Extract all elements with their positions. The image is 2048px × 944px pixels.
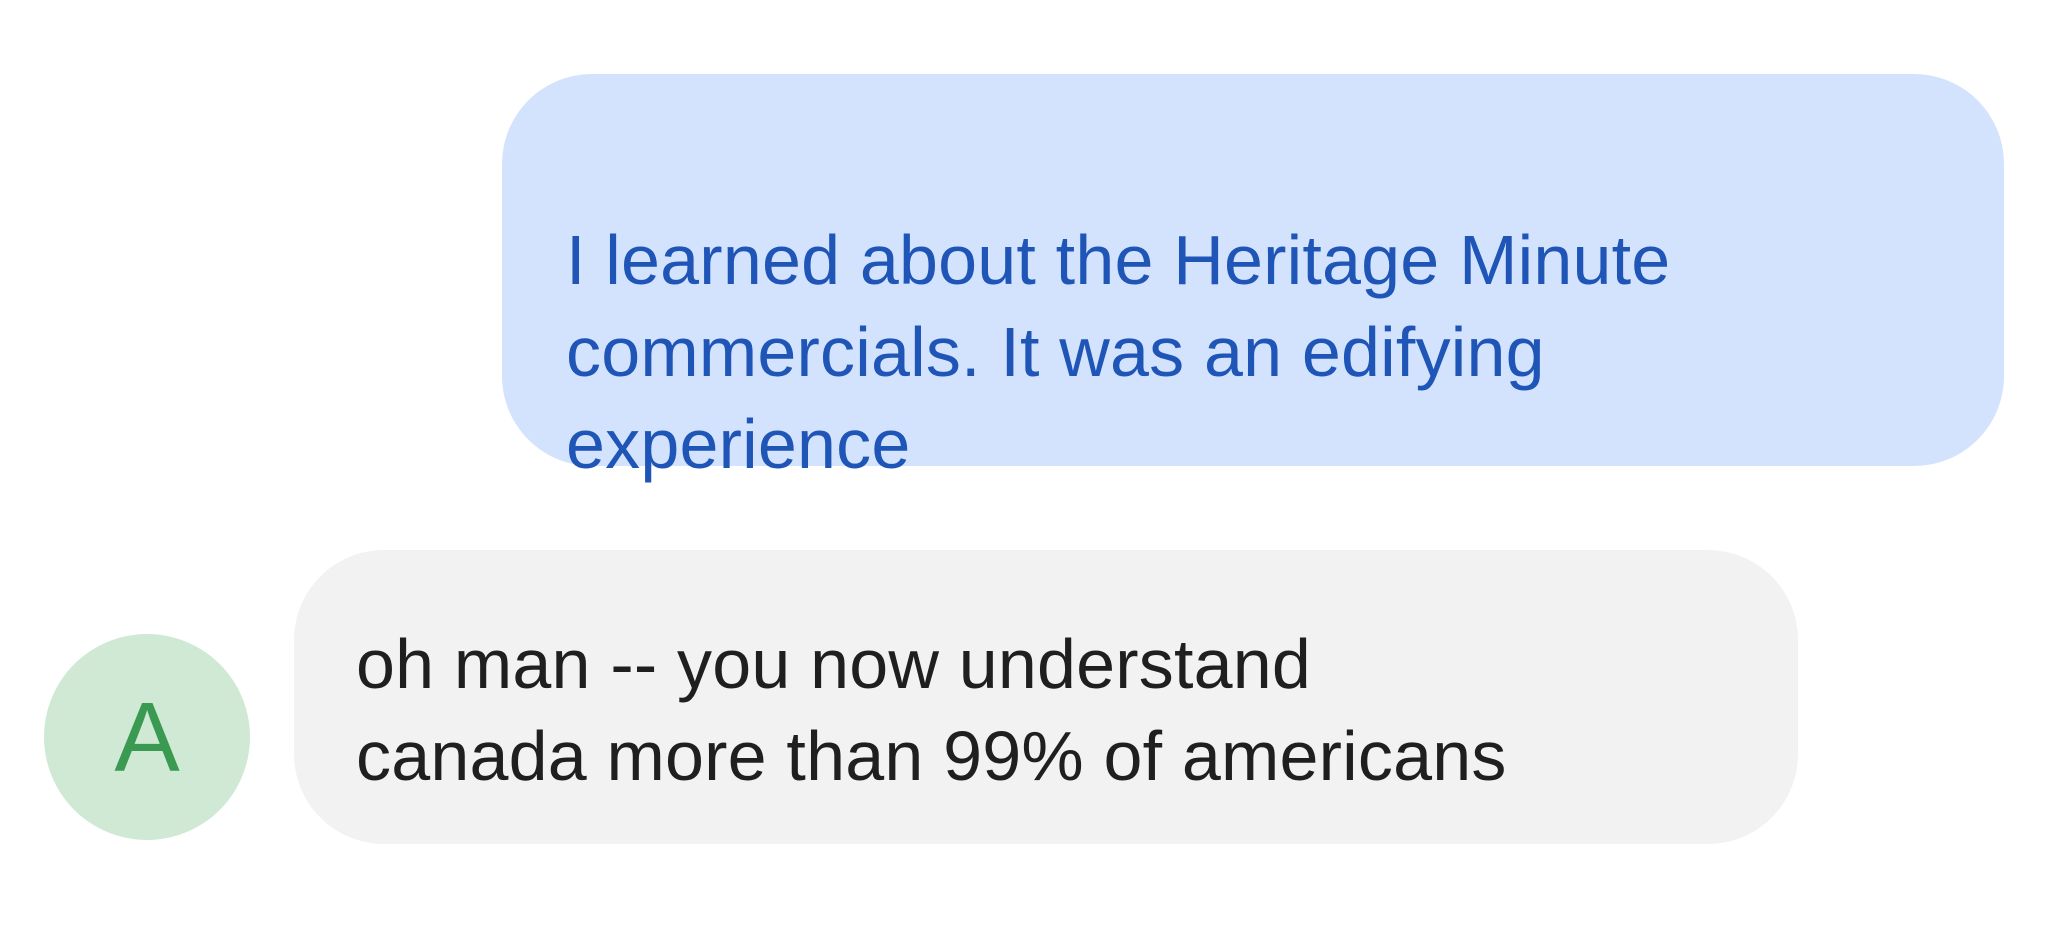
incoming-message-text: oh man -- you now understand canada more… (356, 625, 1507, 795)
outgoing-message-text: I learned about the Heritage Minute comm… (566, 221, 1671, 483)
avatar[interactable]: A (44, 634, 250, 840)
avatar-initial: A (114, 681, 180, 792)
incoming-message-bubble[interactable]: oh man -- you now understand canada more… (294, 550, 1798, 844)
conversation-thread: I learned about the Heritage Minute comm… (0, 0, 2048, 944)
outgoing-message-bubble[interactable]: I learned about the Heritage Minute comm… (502, 74, 2004, 483)
